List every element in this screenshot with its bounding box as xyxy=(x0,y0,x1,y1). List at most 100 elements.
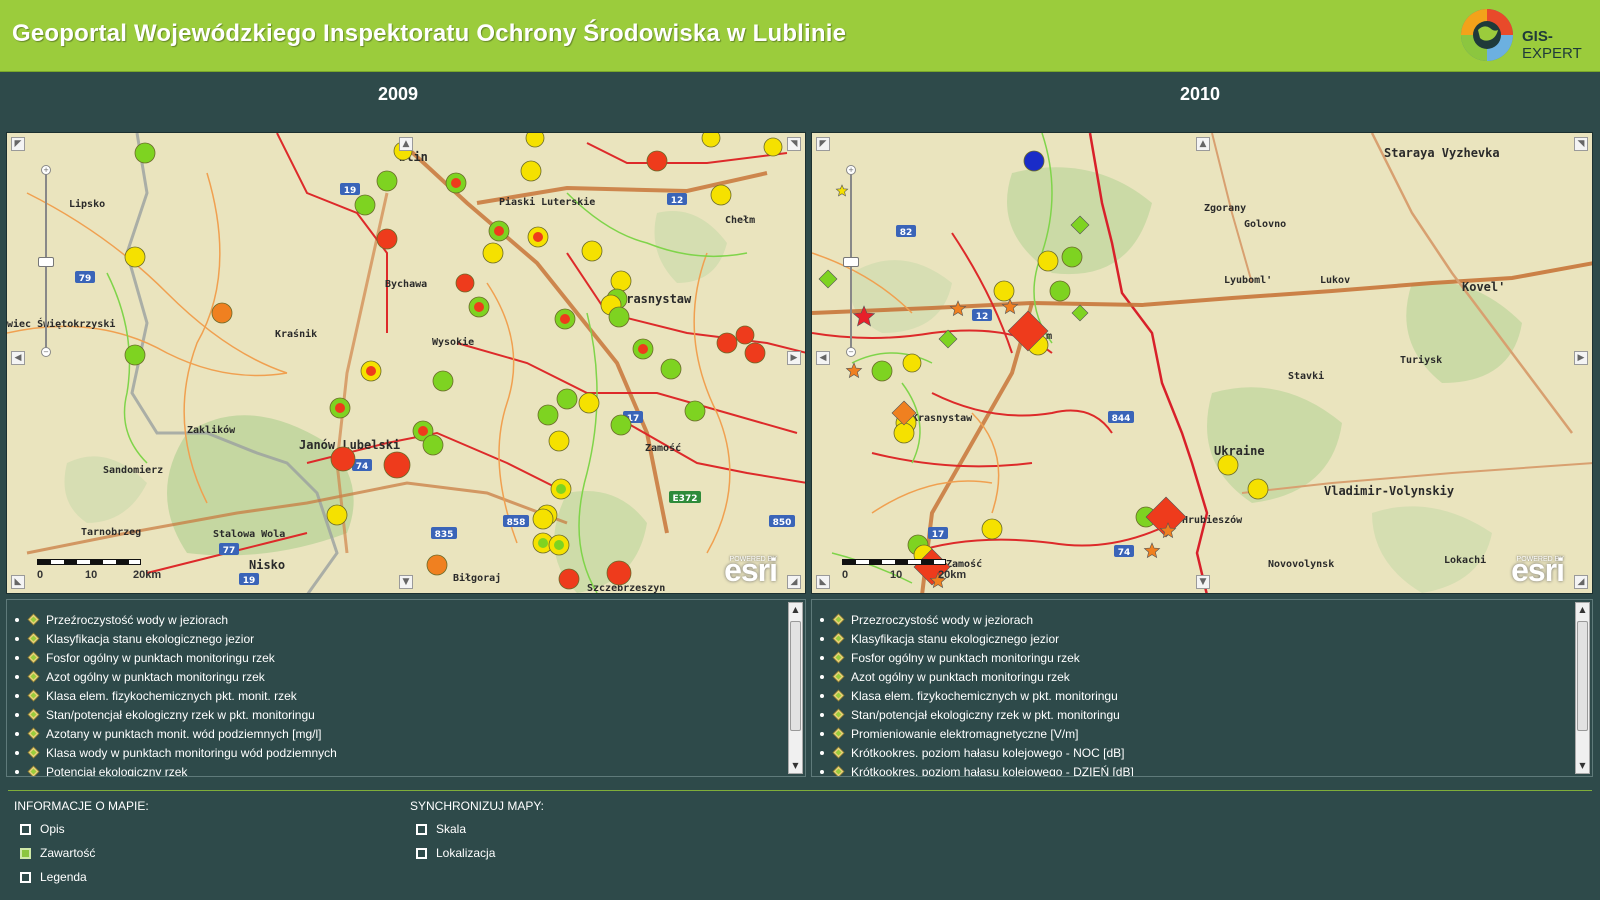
monitoring-point-marker[interactable] xyxy=(606,560,632,586)
checkbox-box[interactable] xyxy=(416,823,427,835)
layer-item[interactable]: Klasa elem. fizykochemicznych pkt. monit… xyxy=(13,686,337,705)
monitoring-point-marker[interactable] xyxy=(1037,250,1059,272)
monitoring-point-marker[interactable] xyxy=(532,508,554,530)
pan-north-button[interactable]: ▲ xyxy=(399,137,413,151)
monitoring-point-marker[interactable] xyxy=(902,353,922,373)
monitoring-point-marker[interactable] xyxy=(735,325,755,345)
pan-west-button[interactable]: ◀ xyxy=(816,351,830,365)
pan-northeast-button[interactable]: ◥ xyxy=(787,137,801,151)
diamond-marker[interactable] xyxy=(818,269,838,289)
monitoring-point-marker[interactable] xyxy=(548,430,570,452)
scrollbar[interactable]: ▲ ▼ xyxy=(1575,602,1590,774)
pan-southwest-button[interactable]: ◣ xyxy=(816,575,830,589)
zoom-slider[interactable]: + − xyxy=(843,165,859,357)
pan-southwest-button[interactable]: ◣ xyxy=(11,575,25,589)
monitoring-point-marker[interactable] xyxy=(482,242,504,264)
monitoring-point-marker[interactable] xyxy=(610,414,632,436)
layer-item[interactable]: Klasa wody w punktach monitoringu wód po… xyxy=(13,743,337,762)
monitoring-point-marker[interactable] xyxy=(1247,478,1269,500)
monitoring-point-marker[interactable] xyxy=(525,133,545,148)
scroll-thumb[interactable] xyxy=(790,621,801,731)
layer-item[interactable]: Przeźroczystość wody w jeziorach xyxy=(13,610,337,629)
layer-item[interactable]: Stan/potencjał ekologiczny rzek w pkt. m… xyxy=(13,705,337,724)
monitoring-point-marker[interactable] xyxy=(124,344,146,366)
monitoring-point-marker[interactable] xyxy=(646,150,668,172)
checkbox-lokalizacja[interactable]: Lokalizacja xyxy=(416,846,495,860)
monitoring-point-marker[interactable] xyxy=(422,434,444,456)
layer-item[interactable]: Promieniowanie elektromagnetyczne [V/m] xyxy=(818,724,1134,743)
pan-northwest-button[interactable]: ◤ xyxy=(816,137,830,151)
monitoring-point-marker[interactable] xyxy=(684,400,706,422)
checkbox-legenda[interactable]: Legenda xyxy=(20,870,87,884)
monitoring-point-marker[interactable] xyxy=(608,306,630,328)
monitoring-point-marker[interactable] xyxy=(537,404,559,426)
scroll-up-button[interactable]: ▲ xyxy=(789,603,802,617)
monitoring-point-marker[interactable] xyxy=(1049,280,1071,302)
monitoring-point-marker[interactable] xyxy=(326,504,348,526)
star-marker[interactable] xyxy=(845,362,863,379)
scroll-thumb[interactable] xyxy=(1577,621,1588,731)
pan-south-button[interactable]: ▼ xyxy=(1196,575,1210,589)
map-2010[interactable]: Staraya Vyzhevka Zgorany Golovno Lyuboml' Lu… xyxy=(811,132,1593,594)
monitoring-point-marker[interactable] xyxy=(432,370,454,392)
scroll-up-button[interactable]: ▲ xyxy=(1576,603,1589,617)
zoom-slider[interactable]: + − xyxy=(38,165,54,357)
monitoring-point-marker[interactable] xyxy=(558,568,580,590)
checkbox-box[interactable] xyxy=(20,871,31,883)
pan-south-button[interactable]: ▼ xyxy=(399,575,413,589)
layer-item[interactable]: Azot ogólny w punktach monitoringu rzek xyxy=(818,667,1134,686)
monitoring-point-marker[interactable] xyxy=(354,194,376,216)
layer-item[interactable]: Przezroczystość wody w jeziorach xyxy=(818,610,1134,629)
pan-east-button[interactable]: ▶ xyxy=(1574,351,1588,365)
monitoring-point-marker[interactable] xyxy=(871,360,893,382)
pan-east-button[interactable]: ▶ xyxy=(787,351,801,365)
star-marker[interactable] xyxy=(1143,542,1161,559)
scrollbar[interactable]: ▲ ▼ xyxy=(788,602,803,774)
zoom-out-button[interactable]: − xyxy=(846,347,856,357)
map-2009[interactable]: blin Lipsko Piaski Luterskie Chełm Bychawa Kr… xyxy=(6,132,806,594)
scroll-down-button[interactable]: ▼ xyxy=(1576,759,1589,773)
monitoring-point-marker[interactable] xyxy=(981,518,1003,540)
monitoring-point-marker[interactable] xyxy=(578,392,600,414)
monitoring-point-marker[interactable] xyxy=(581,240,603,262)
checkbox-box[interactable] xyxy=(416,847,427,859)
monitoring-point-marker[interactable] xyxy=(330,446,356,472)
monitoring-point-marker[interactable] xyxy=(1023,150,1045,172)
layer-item[interactable]: Klasyfikacja stanu ekologicznego jezior xyxy=(13,629,337,648)
diamond-marker[interactable] xyxy=(1071,304,1089,322)
monitoring-point-marker[interactable] xyxy=(701,133,721,148)
monitoring-point-marker[interactable] xyxy=(455,273,475,293)
monitoring-point-marker[interactable] xyxy=(211,302,233,324)
monitoring-point-marker[interactable] xyxy=(556,388,578,410)
layer-item[interactable]: Stan/potencjał ekologiczny rzek w pkt. m… xyxy=(818,705,1134,724)
monitoring-point-marker[interactable] xyxy=(376,228,398,250)
pan-west-button[interactable]: ◀ xyxy=(11,351,25,365)
layer-item[interactable]: Klasa elem. fizykochemicznych w pkt. mon… xyxy=(818,686,1134,705)
layer-item[interactable]: Krótkookres. poziom hałasu kolejowego - … xyxy=(818,762,1134,776)
layer-item[interactable]: Azot ogólny w punktach monitoringu rzek xyxy=(13,667,337,686)
monitoring-point-marker[interactable] xyxy=(1061,246,1083,268)
monitoring-point-marker[interactable] xyxy=(660,358,682,380)
monitoring-point-marker[interactable] xyxy=(993,280,1015,302)
zoom-slider-thumb[interactable] xyxy=(843,257,859,267)
monitoring-point-marker[interactable] xyxy=(124,246,146,268)
monitoring-point-marker[interactable] xyxy=(763,137,783,157)
scroll-down-button[interactable]: ▼ xyxy=(789,759,802,773)
layer-item[interactable]: Fosfor ogólny w punktach monitoringu rze… xyxy=(13,648,337,667)
monitoring-point-marker[interactable] xyxy=(893,422,915,444)
layer-item[interactable]: Klasyfikacja stanu ekologicznego jezior xyxy=(818,629,1134,648)
checkbox-box[interactable] xyxy=(20,847,31,859)
checkbox-opis[interactable]: Opis xyxy=(20,822,65,836)
pan-southeast-button[interactable]: ◢ xyxy=(787,575,801,589)
monitoring-point-marker[interactable] xyxy=(1217,454,1239,476)
layer-item[interactable]: Fosfor ogólny w punktach monitoringu rze… xyxy=(818,648,1134,667)
layer-item[interactable]: Azotany w punktach monit. wód podziemnyc… xyxy=(13,724,337,743)
monitoring-point-marker[interactable] xyxy=(376,170,398,192)
monitoring-point-marker[interactable] xyxy=(134,142,156,164)
zoom-out-button[interactable]: − xyxy=(41,347,51,357)
layer-item[interactable]: Krótkookres. poziom hałasu kolejowego - … xyxy=(818,743,1134,762)
pan-northwest-button[interactable]: ◤ xyxy=(11,137,25,151)
zoom-in-button[interactable]: + xyxy=(846,165,856,175)
zoom-slider-thumb[interactable] xyxy=(38,257,54,267)
monitoring-point-marker[interactable] xyxy=(710,184,732,206)
